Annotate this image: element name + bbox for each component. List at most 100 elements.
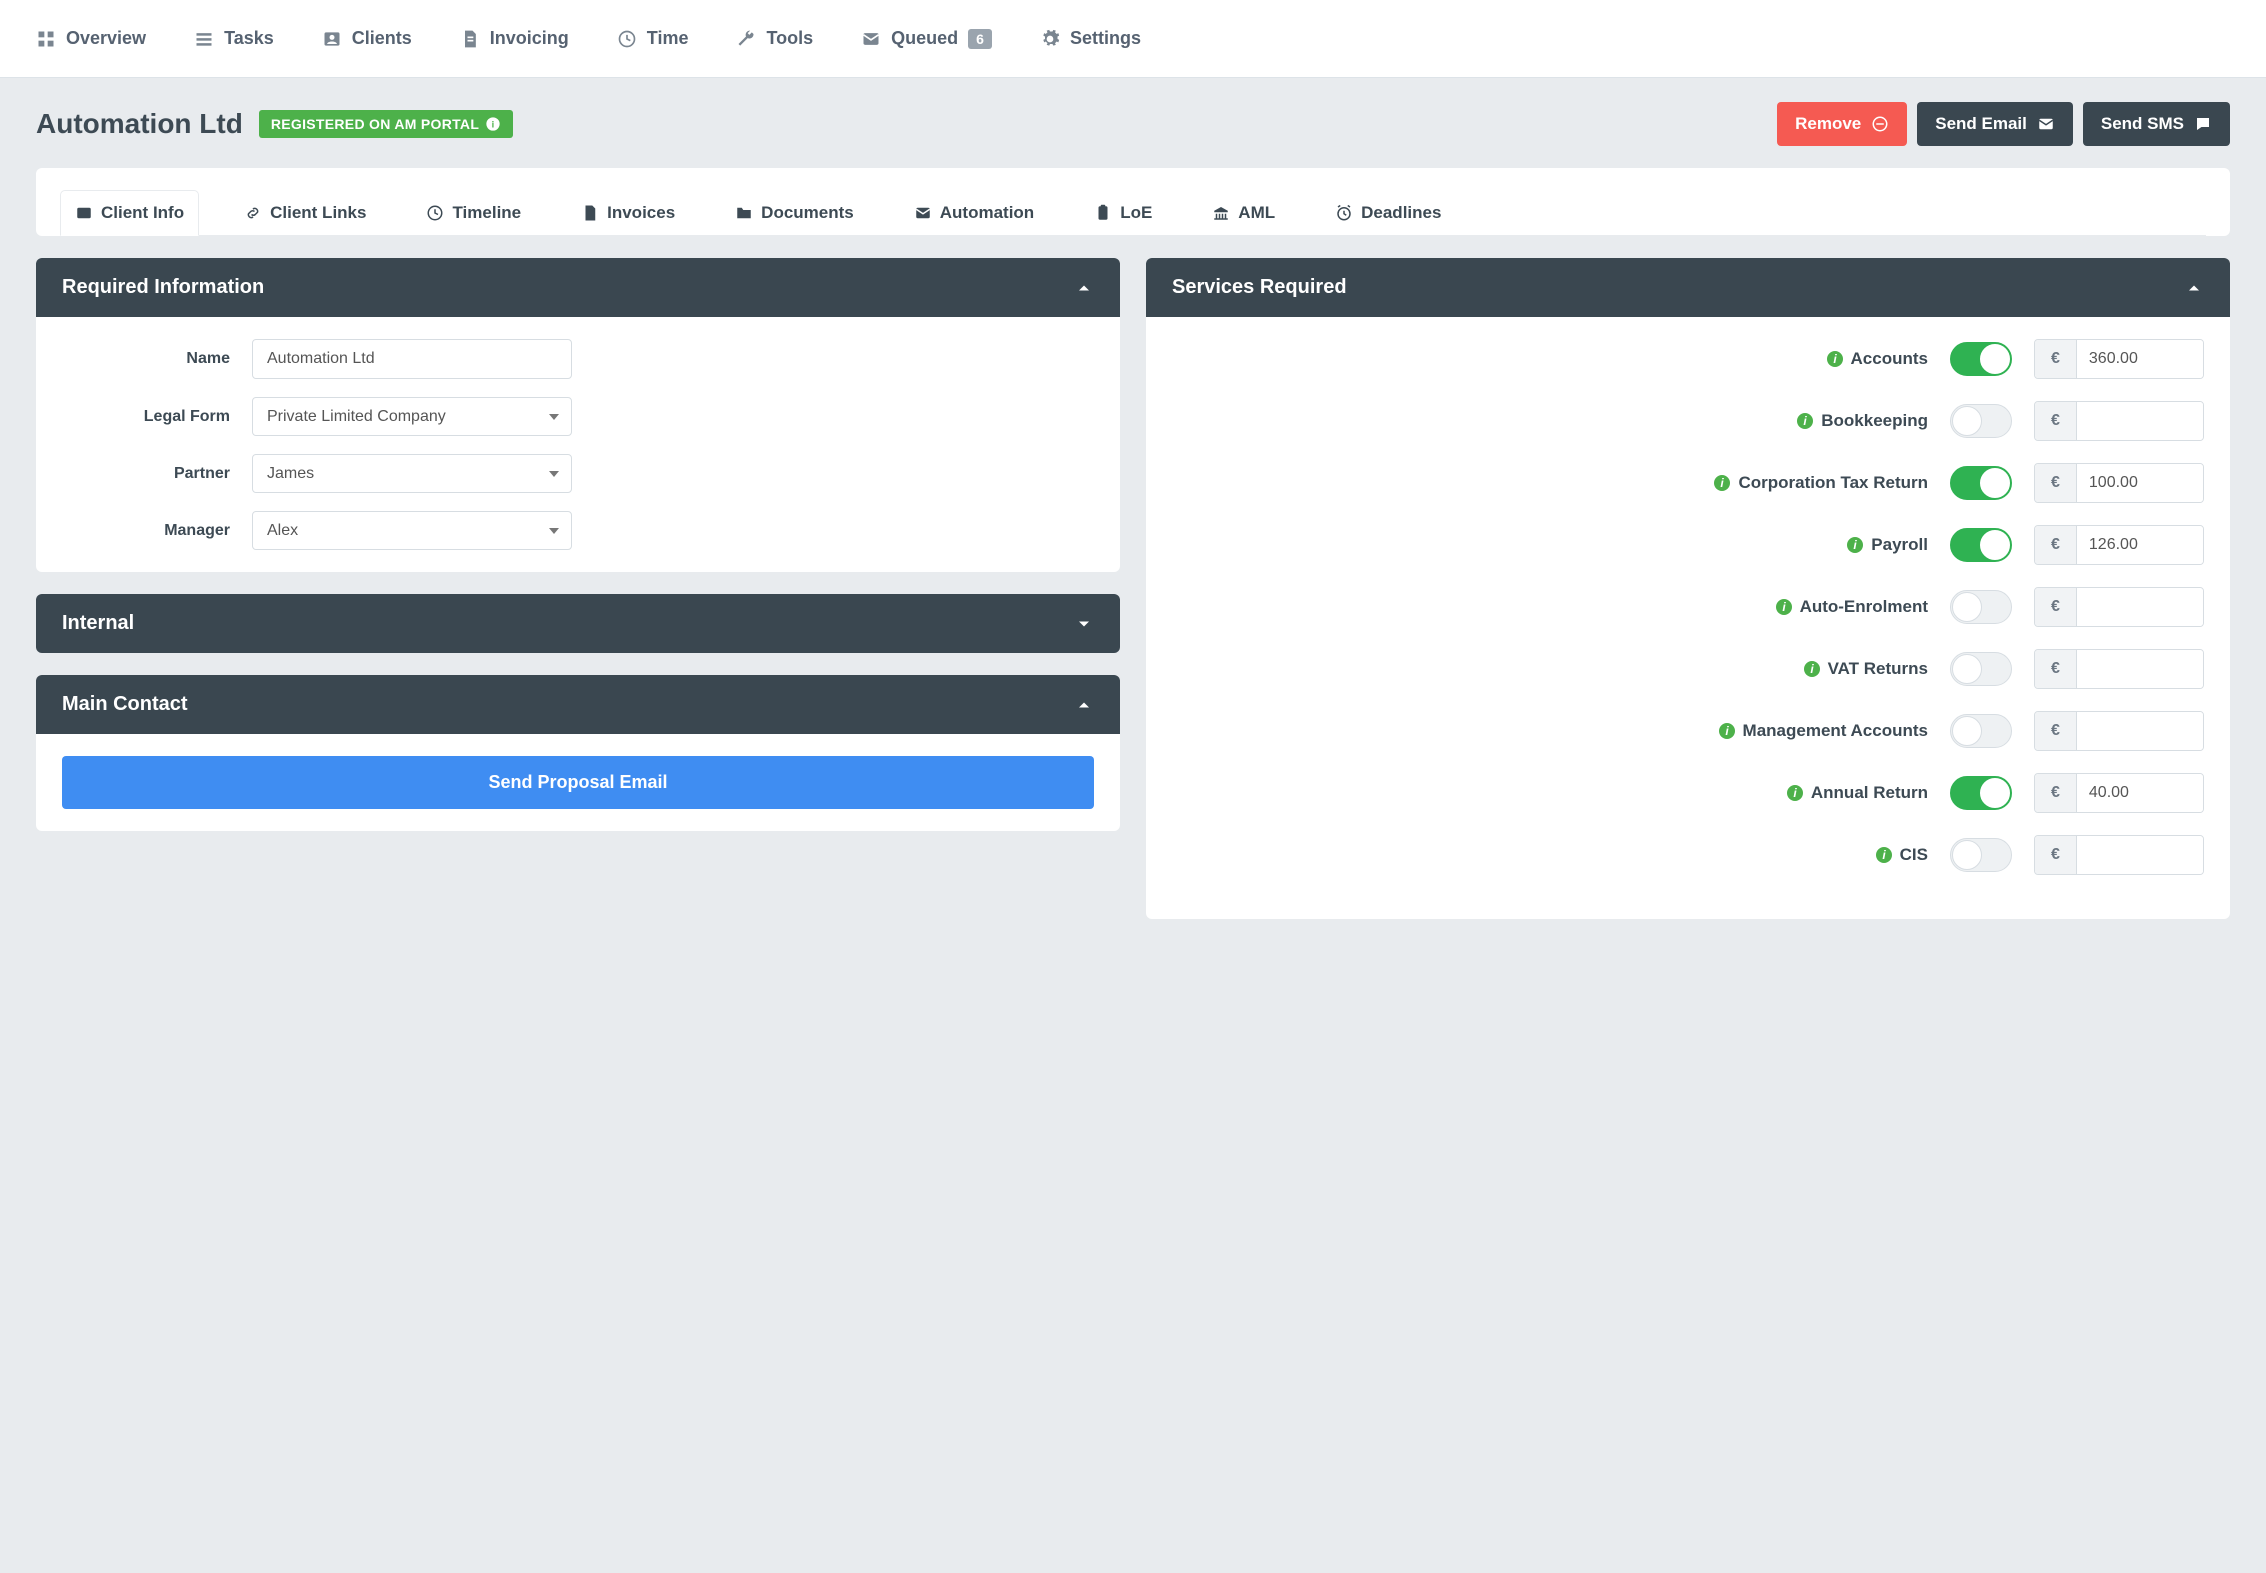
service-toggle[interactable]	[1950, 404, 2012, 438]
grid-icon	[36, 29, 56, 49]
registered-badge: REGISTERED ON AM PORTAL i	[259, 110, 513, 138]
currency-symbol: €	[2035, 588, 2077, 626]
currency-symbol: €	[2035, 836, 2077, 874]
service-label: i VAT Returns	[1804, 659, 1928, 679]
link-icon	[244, 204, 262, 222]
remove-button[interactable]: Remove	[1777, 102, 1907, 146]
file-icon	[581, 204, 599, 222]
nav-overview[interactable]: Overview	[36, 28, 146, 49]
queued-count-badge: 6	[968, 29, 992, 49]
send-email-button[interactable]: Send Email	[1917, 102, 2073, 146]
info-icon: i	[1714, 475, 1730, 491]
service-toggle[interactable]	[1950, 714, 2012, 748]
chevron-up-icon	[2184, 278, 2204, 298]
service-toggle[interactable]	[1950, 466, 2012, 500]
tab-aml[interactable]: AML	[1197, 190, 1290, 235]
service-row: i Bookkeeping €	[1172, 401, 2204, 441]
send-proposal-button[interactable]: Send Proposal Email	[62, 756, 1094, 809]
partner-select[interactable]: James	[252, 454, 572, 493]
nav-queued-label: Queued	[891, 28, 958, 49]
tab-client-links[interactable]: Client Links	[229, 190, 381, 235]
price-input[interactable]	[2077, 526, 2203, 564]
panel-services-header[interactable]: Services Required	[1146, 258, 2230, 317]
tab-invoices-label: Invoices	[607, 203, 675, 223]
currency-symbol: €	[2035, 464, 2077, 502]
price-input[interactable]	[2077, 402, 2203, 440]
send-sms-button[interactable]: Send SMS	[2083, 102, 2230, 146]
service-name: VAT Returns	[1828, 659, 1928, 679]
clock-icon	[426, 204, 444, 222]
price-input[interactable]	[2077, 774, 2203, 812]
tab-timeline-label: Timeline	[452, 203, 521, 223]
service-row: i Auto-Enrolment €	[1172, 587, 2204, 627]
name-input[interactable]	[252, 339, 572, 379]
tab-deadlines-label: Deadlines	[1361, 203, 1441, 223]
legal-form-select[interactable]: Private Limited Company	[252, 397, 572, 436]
tab-invoices[interactable]: Invoices	[566, 190, 690, 235]
tab-documents[interactable]: Documents	[720, 190, 869, 235]
tabs-card: Client Info Client Links Timeline Invoic…	[36, 168, 2230, 236]
panel-internal: Internal	[36, 594, 1120, 653]
panel-main-contact-title: Main Contact	[62, 693, 188, 716]
nav-overview-label: Overview	[66, 28, 146, 49]
nav-tasks[interactable]: Tasks	[194, 28, 274, 49]
service-row: i Annual Return €	[1172, 773, 2204, 813]
nav-clients[interactable]: Clients	[322, 28, 412, 49]
manager-select[interactable]: Alex	[252, 511, 572, 550]
tab-deadlines[interactable]: Deadlines	[1320, 190, 1456, 235]
service-toggle[interactable]	[1950, 838, 2012, 872]
mail-icon	[861, 29, 881, 49]
service-price: €	[2034, 649, 2204, 689]
service-price: €	[2034, 773, 2204, 813]
tab-automation[interactable]: Automation	[899, 190, 1049, 235]
currency-symbol: €	[2035, 340, 2077, 378]
nav-settings[interactable]: Settings	[1040, 28, 1141, 49]
nav-tools[interactable]: Tools	[736, 28, 813, 49]
service-toggle[interactable]	[1950, 652, 2012, 686]
service-name: Accounts	[1851, 349, 1928, 369]
tab-documents-label: Documents	[761, 203, 854, 223]
service-row: i VAT Returns €	[1172, 649, 2204, 689]
panel-services-title: Services Required	[1172, 276, 1347, 299]
service-price: €	[2034, 587, 2204, 627]
nav-time[interactable]: Time	[617, 28, 689, 49]
price-input[interactable]	[2077, 836, 2203, 874]
service-label: i Corporation Tax Return	[1714, 473, 1928, 493]
panel-internal-title: Internal	[62, 612, 134, 635]
panel-internal-header[interactable]: Internal	[36, 594, 1120, 653]
price-input[interactable]	[2077, 650, 2203, 688]
service-name: Bookkeeping	[1821, 411, 1928, 431]
price-input[interactable]	[2077, 340, 2203, 378]
clock-icon	[617, 29, 637, 49]
service-toggle[interactable]	[1950, 342, 2012, 376]
id-card-icon	[75, 204, 93, 222]
send-sms-label: Send SMS	[2101, 114, 2184, 134]
registered-badge-label: REGISTERED ON AM PORTAL	[271, 116, 479, 132]
panel-required-info-header[interactable]: Required Information	[36, 258, 1120, 317]
price-input[interactable]	[2077, 464, 2203, 502]
service-toggle[interactable]	[1950, 776, 2012, 810]
info-icon: i	[1847, 537, 1863, 553]
service-name: CIS	[1900, 845, 1928, 865]
alarm-icon	[1335, 204, 1353, 222]
nav-clients-label: Clients	[352, 28, 412, 49]
service-toggle[interactable]	[1950, 590, 2012, 624]
tab-timeline[interactable]: Timeline	[411, 190, 536, 235]
panel-main-contact-header[interactable]: Main Contact	[36, 675, 1120, 734]
service-row: i CIS €	[1172, 835, 2204, 875]
price-input[interactable]	[2077, 588, 2203, 626]
tab-client-info[interactable]: Client Info	[60, 190, 199, 236]
nav-invoicing[interactable]: Invoicing	[460, 28, 569, 49]
wrench-icon	[736, 29, 756, 49]
service-label: i Accounts	[1827, 349, 1928, 369]
price-input[interactable]	[2077, 712, 2203, 750]
client-title: Automation Ltd	[36, 108, 243, 140]
manager-label: Manager	[62, 522, 252, 540]
service-toggle[interactable]	[1950, 528, 2012, 562]
nav-queued[interactable]: Queued 6	[861, 28, 992, 49]
nav-settings-label: Settings	[1070, 28, 1141, 49]
folder-icon	[735, 204, 753, 222]
tab-loe[interactable]: LoE	[1079, 190, 1167, 235]
service-label: i Payroll	[1847, 535, 1928, 555]
nav-time-label: Time	[647, 28, 689, 49]
